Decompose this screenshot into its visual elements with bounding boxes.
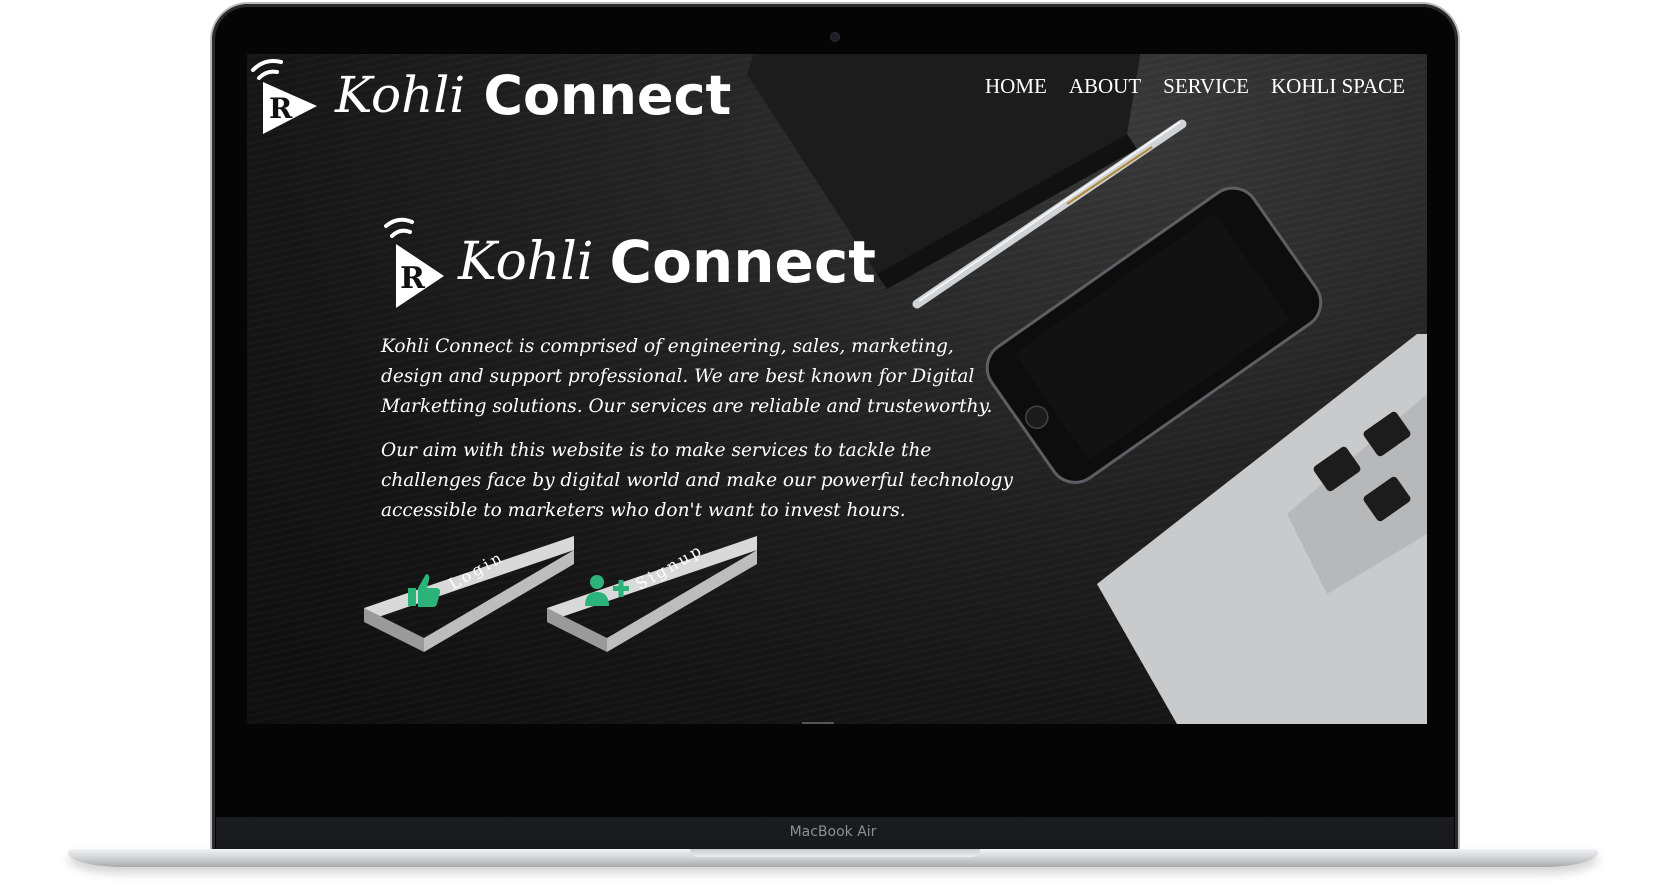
header-logo[interactable]: R Kohli Connect xyxy=(247,54,731,136)
hero-logo-kohli-text: Kohli xyxy=(458,232,594,292)
hero-paragraph-2: Our aim with this website is to make ser… xyxy=(381,440,1013,521)
svg-text:R: R xyxy=(269,92,293,125)
camera xyxy=(831,33,839,41)
wifi-play-logo-icon: R xyxy=(251,59,317,134)
hero-paragraph-1: Kohli Connect is comprised of engineerin… xyxy=(381,336,993,417)
logo-kohli-text: Kohli xyxy=(335,66,466,124)
screen-divider xyxy=(802,722,834,724)
main-nav: HOME ABOUT SERVICE KOHLI SPACE xyxy=(985,74,1405,99)
hero-logo-connect-text: Connect xyxy=(609,228,876,296)
signup-button-shape xyxy=(547,536,757,652)
wifi-play-logo-icon: R xyxy=(384,217,444,308)
signup-button[interactable]: Signup xyxy=(545,536,780,696)
laptop-photo xyxy=(1097,334,1427,724)
nav-about[interactable]: ABOUT xyxy=(1069,74,1141,99)
thumbs-up-icon xyxy=(408,574,441,607)
hero-logo: R Kohli Connect xyxy=(382,214,876,310)
nav-kohli-space[interactable]: KOHLI SPACE xyxy=(1271,74,1405,99)
logo-connect-text: Connect xyxy=(483,63,732,127)
nav-service[interactable]: SERVICE xyxy=(1163,74,1249,99)
website-screen: R Kohli Connect HOME ABOUT SERVICE KOHLI… xyxy=(247,54,1427,724)
hero-description: Kohli Connect is comprised of engineerin… xyxy=(381,332,1021,540)
macbook-label: MacBook Air xyxy=(789,824,877,840)
add-user-icon xyxy=(585,575,629,606)
svg-text:R: R xyxy=(400,261,426,296)
nav-home[interactable]: HOME xyxy=(985,74,1047,99)
laptop-notch xyxy=(690,849,980,857)
